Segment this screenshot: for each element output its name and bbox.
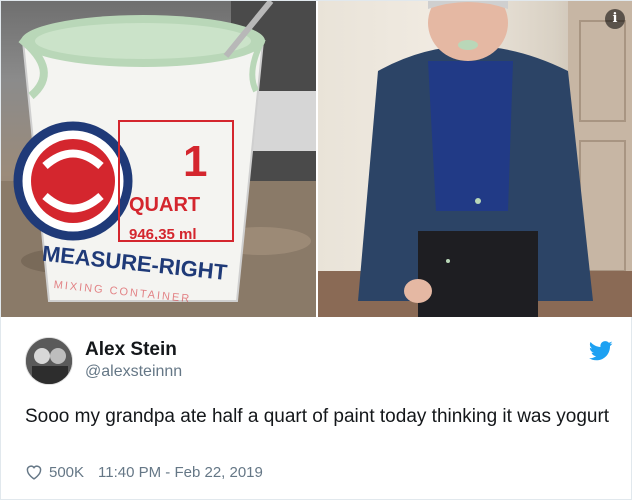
like-count[interactable]: 500K <box>49 464 84 481</box>
avatar-image <box>26 338 72 384</box>
heart-icon[interactable] <box>25 464 43 480</box>
tweet-media[interactable]: 1 QUART 946,35 ml MEASURE-RIGHT MIXING C… <box>1 1 632 317</box>
paint-bucket-illustration: 1 QUART 946,35 ml MEASURE-RIGHT MIXING C… <box>1 1 316 317</box>
tweet-header: Alex Stein @alexsteinnn <box>25 337 615 387</box>
bucket-quantity: 1 <box>183 137 207 186</box>
timestamp[interactable]: 11:40 PM - Feb 22, 2019 <box>98 464 263 481</box>
tweet-text: Sooo my grandpa ate half a quart of pain… <box>25 406 610 427</box>
bucket-unit: QUART <box>129 194 200 216</box>
person-illustration <box>318 1 632 317</box>
info-icon[interactable]: i <box>605 9 625 29</box>
photo-paint-bucket[interactable]: 1 QUART 946,35 ml MEASURE-RIGHT MIXING C… <box>1 1 316 317</box>
photo-person[interactable] <box>318 1 632 317</box>
display-name[interactable]: Alex Stein <box>85 339 177 361</box>
tweet-card: 1 QUART 946,35 ml MEASURE-RIGHT MIXING C… <box>0 0 632 500</box>
user-handle[interactable]: @alexsteinnn <box>85 363 182 381</box>
twitter-bird-icon[interactable] <box>589 341 613 361</box>
bucket-volume: 946,35 ml <box>129 226 197 243</box>
tweet-footer: 500K 11:40 PM - Feb 22, 2019 <box>25 461 263 483</box>
avatar[interactable] <box>25 337 73 385</box>
